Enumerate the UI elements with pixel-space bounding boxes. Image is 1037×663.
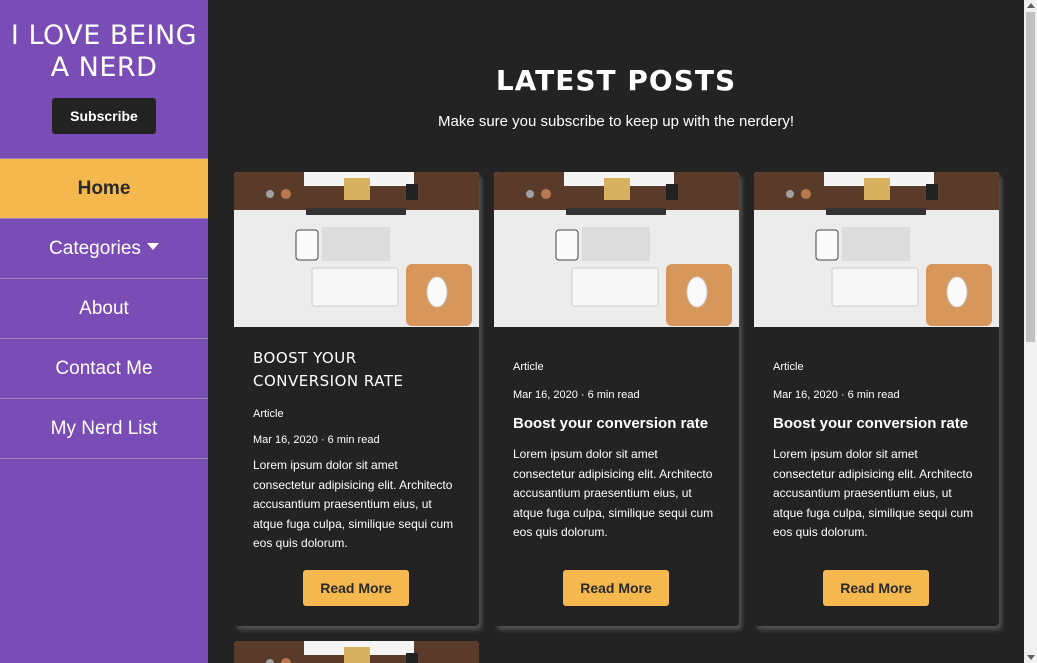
post-image [234, 641, 479, 663]
post-excerpt: Lorem ipsum dolor sit amet consectetur a… [253, 458, 454, 550]
post-excerpt: Lorem ipsum dolor sit amet consectetur a… [513, 447, 714, 539]
page-title: LATEST POSTS [495, 64, 737, 97]
nav-item-home[interactable]: Home [0, 159, 208, 219]
post-title[interactable]: Boost your conversion rate [513, 415, 720, 432]
post-image [754, 172, 999, 327]
caret-down-icon [146, 243, 159, 251]
nav-item-nerd-list[interactable]: My Nerd List [0, 399, 208, 459]
post-card: Article Mar 16, 2020 · 6 min read Boost … [754, 172, 999, 626]
post-meta: Mar 16, 2020 · 6 min read [513, 389, 640, 401]
nav-item-label: Categories [49, 238, 141, 259]
nav-item-label: About [79, 298, 129, 319]
post-tag: Article [253, 408, 284, 420]
nav-item-label: My Nerd List [50, 418, 158, 439]
nav-item-label: Contact Me [55, 358, 153, 379]
scrollbar[interactable] [1024, 0, 1037, 663]
post-card: Article Mar 16, 2020 · 6 min read Boost … [494, 172, 739, 626]
page-subtitle: Make sure you subscribe to keep up with … [437, 113, 795, 130]
read-more-button[interactable]: Read More [823, 570, 929, 606]
site-brand[interactable]: I LOVE BEING A NERD [4, 0, 204, 84]
read-more-button[interactable]: Read More [303, 570, 409, 606]
post-title[interactable]: Boost your conversion rate [773, 415, 980, 432]
nav-item-label: Home [77, 178, 131, 199]
nav-item-about[interactable]: About [0, 279, 208, 339]
post-excerpt: Lorem ipsum dolor sit amet consectetur a… [773, 447, 974, 539]
subscribe-button[interactable]: Subscribe [52, 98, 156, 134]
scroll-down-arrow-icon[interactable] [1027, 655, 1035, 660]
scroll-up-arrow-icon[interactable] [1027, 3, 1035, 8]
scrollbar-thumb[interactable] [1026, 12, 1035, 342]
sidebar: I LOVE BEING A NERD Subscribe Home Categ… [0, 0, 208, 663]
read-more-button[interactable]: Read More [563, 570, 669, 606]
nav-item-contact[interactable]: Contact Me [0, 339, 208, 399]
post-tag: Article [773, 361, 804, 373]
post-tag: Article [513, 361, 544, 373]
post-title[interactable]: BOOST YOUR CONVERSION RATE [253, 347, 443, 393]
main-content: LATEST POSTS Make sure you subscribe to … [208, 0, 1024, 663]
post-meta: Mar 16, 2020 · 6 min read [253, 434, 380, 446]
post-image [234, 172, 479, 327]
nav-item-categories[interactable]: Categories [0, 219, 208, 279]
main-nav: Home Categories About Contact Me My Nerd… [0, 158, 208, 459]
post-card [234, 641, 479, 663]
post-card: BOOST YOUR CONVERSION RATE Article Mar 1… [234, 172, 479, 626]
post-meta: Mar 16, 2020 · 6 min read [773, 389, 900, 401]
post-image [494, 172, 739, 327]
